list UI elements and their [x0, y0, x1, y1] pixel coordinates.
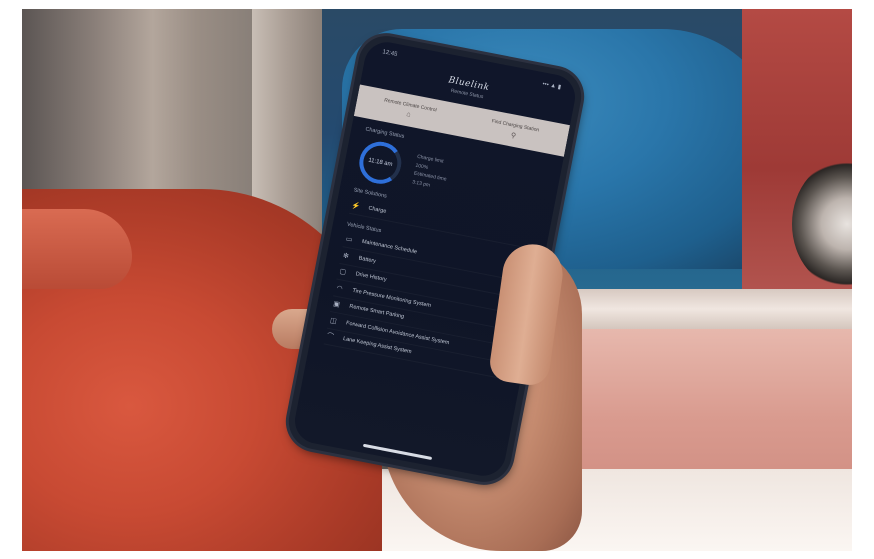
route-icon: ▢ [338, 268, 347, 277]
charge-info: Charge limit 100% Estimated time 3:13 pm [411, 153, 450, 193]
climate-icon: ⌂ [405, 110, 412, 119]
charging-station-icon: ⚲ [510, 131, 517, 140]
home-indicator[interactable] [362, 443, 433, 461]
parking-icon: ▣ [332, 300, 341, 309]
red-shoulder [22, 209, 132, 289]
plug-icon: ⚡ [350, 201, 361, 211]
charge-ring-value: 11:18 am [367, 157, 393, 169]
battery-icon: ✻ [342, 252, 350, 261]
status-signal: ••• ▲ ▮ [541, 81, 562, 91]
list-item-label: Drive History [355, 271, 388, 284]
tire-icon: ◠ [335, 284, 344, 293]
photo-scene: 12:45 ••• ▲ ▮ Bluelink Remote Status Rem… [22, 9, 852, 551]
car-icon: ▭ [345, 235, 353, 245]
status-time: 12:45 [381, 49, 398, 58]
lane-icon: ⌒ [326, 333, 335, 342]
list-item-label: Battery [358, 255, 377, 265]
list-item-label: Charge [367, 205, 387, 215]
collision-icon: ◫ [329, 316, 338, 326]
